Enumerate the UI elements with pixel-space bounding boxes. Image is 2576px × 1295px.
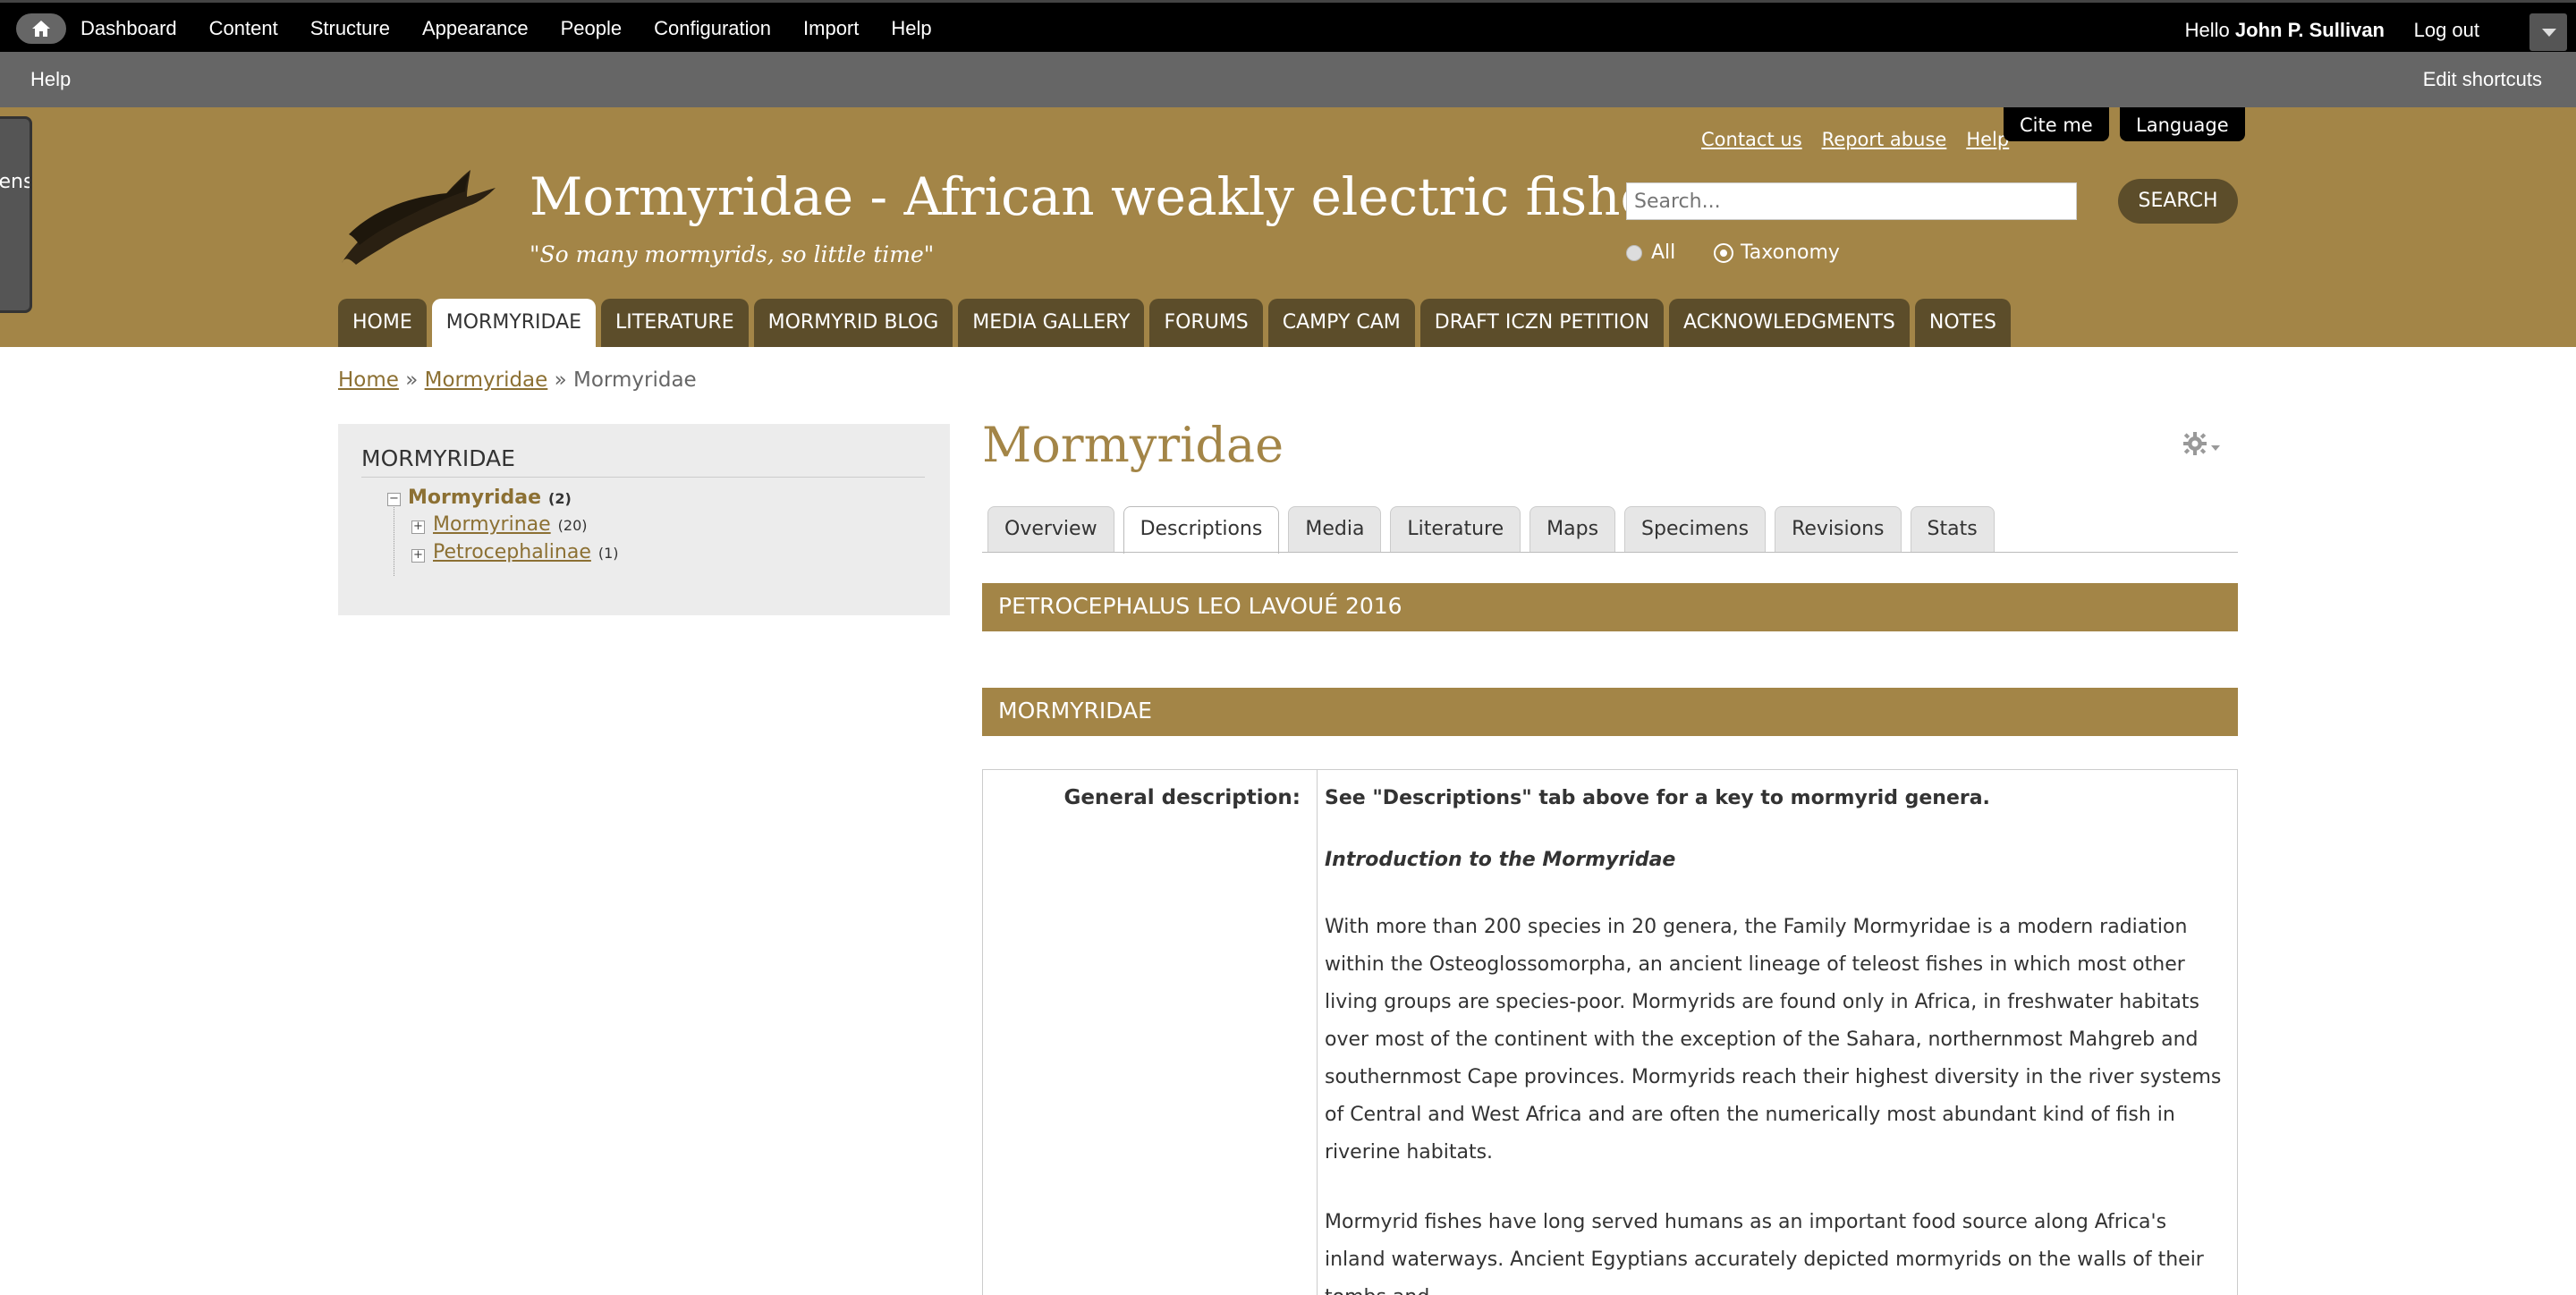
- nav-tab-forums[interactable]: FORUMS: [1149, 299, 1263, 347]
- chevron-down-icon: [2542, 29, 2556, 37]
- sidebar-title: MORMYRIDAE: [361, 445, 925, 478]
- breadcrumb: Home » Mormyridae » Mormyridae: [338, 368, 697, 392]
- radio-taxonomy-label: Taxonomy: [1741, 241, 1840, 264]
- tab-literature[interactable]: Literature: [1390, 506, 1521, 553]
- content-tabs: Overview Descriptions Media Literature M…: [987, 506, 2004, 554]
- home-button[interactable]: [16, 13, 66, 44]
- tab-descriptions[interactable]: Descriptions: [1123, 506, 1280, 554]
- side-tab-label: sens: [0, 171, 32, 193]
- tree-item-mormyrinae: Mormyrinae (20): [433, 513, 588, 536]
- radio-all[interactable]: All: [1626, 241, 1675, 264]
- nav-tab-mormyridae[interactable]: MORMYRIDAE: [431, 299, 597, 347]
- radio-taxonomy-dot[interactable]: [1714, 242, 1733, 263]
- admin-menu-configuration[interactable]: Configuration: [654, 17, 771, 40]
- tree-item-link[interactable]: Mormyrinae: [433, 513, 551, 536]
- cite-me-button[interactable]: Cite me: [2004, 107, 2109, 141]
- admin-menu-people[interactable]: People: [561, 17, 623, 40]
- contact-us-link[interactable]: Contact us: [1701, 129, 1802, 150]
- taxonomy-sidebar: MORMYRIDAE − Mormyridae (2) + Mormyrinae (…: [338, 424, 950, 615]
- tree-item-petrocephalinae: Petrocephalinae (1): [433, 541, 619, 563]
- shortcut-bar: Help Edit shortcuts: [0, 52, 2576, 107]
- tab-overview[interactable]: Overview: [987, 506, 1114, 553]
- description-lead: See "Descriptions" tab above for a key t…: [1325, 787, 1990, 809]
- edit-shortcuts-link[interactable]: Edit shortcuts: [2423, 68, 2542, 91]
- nav-tab-home[interactable]: HOME: [338, 299, 427, 347]
- shortcut-help-link[interactable]: Help: [30, 68, 71, 91]
- tree-item-count: (20): [557, 517, 588, 534]
- section-heading-mormyridae: MORMYRIDAE: [982, 688, 2238, 736]
- shortcuts-toggle-button[interactable]: [2529, 13, 2567, 51]
- general-description-label: General description:: [983, 770, 1318, 1295]
- admin-menu-dashboard[interactable]: Dashboard: [80, 17, 177, 40]
- user-greeting: Hello John P. Sullivan: [2185, 19, 2385, 42]
- gear-icon[interactable]: [2182, 431, 2224, 458]
- breadcrumb-separator: »: [405, 368, 419, 392]
- admin-menu-content[interactable]: Content: [209, 17, 278, 40]
- tabs-divider: [982, 552, 2238, 553]
- section-heading-petrocephalus-leo: PETROCEPHALUS LEO LAVOUÉ 2016: [982, 583, 2238, 631]
- radio-all-dot[interactable]: [1626, 244, 1642, 261]
- tree-item-count: (1): [597, 545, 619, 562]
- greeting-prefix: Hello: [2184, 19, 2230, 41]
- tree-item-mormyridae[interactable]: Mormyridae (2): [408, 487, 572, 509]
- collapse-icon[interactable]: −: [387, 493, 401, 506]
- tab-specimens[interactable]: Specimens: [1624, 506, 1767, 553]
- description-paragraph: Mormyrid fishes have long served humans …: [1325, 1211, 2204, 1295]
- logout-link[interactable]: Log out: [2414, 19, 2479, 42]
- radio-all-label: All: [1651, 241, 1676, 264]
- nav-tab-media-gallery[interactable]: MEDIA GALLERY: [958, 299, 1145, 347]
- top-links: Contact us Report abuse Help: [1701, 129, 2009, 150]
- report-abuse-link[interactable]: Report abuse: [1822, 129, 1947, 150]
- tab-stats[interactable]: Stats: [1910, 506, 1995, 553]
- site-logo[interactable]: [336, 166, 497, 270]
- page-title: Mormyridae: [982, 417, 1284, 473]
- breadcrumb-current: Mormyridae: [573, 368, 697, 392]
- admin-toolbar: Dashboard Content Structure Appearance P…: [0, 0, 2576, 52]
- language-button[interactable]: Language: [2120, 107, 2245, 141]
- intro-heading: Introduction to the Mormyridae: [1325, 848, 1676, 871]
- breadcrumb-separator: »: [554, 368, 567, 392]
- nav-tab-literature[interactable]: LITERATURE: [601, 299, 749, 347]
- tree-item-label[interactable]: Mormyridae: [408, 487, 541, 509]
- nav-tab-campy-cam[interactable]: CAMPY CAM: [1267, 299, 1415, 347]
- user-name-link[interactable]: John P. Sullivan: [2235, 19, 2385, 41]
- side-tab[interactable]: sens: [0, 116, 32, 313]
- general-description-body: See "Descriptions" tab above for a key t…: [1325, 786, 2224, 1295]
- main-navigation: HOME MORMYRIDAE LITERATURE MORMYRID BLOG…: [338, 299, 2016, 347]
- search-input[interactable]: [1626, 182, 2077, 220]
- tree-item-link[interactable]: Petrocephalinae: [433, 541, 591, 563]
- tree-item-count: (2): [548, 490, 572, 507]
- search-button[interactable]: SEARCH: [2118, 179, 2238, 224]
- tab-maps[interactable]: Maps: [1530, 506, 1616, 553]
- breadcrumb-mormyridae[interactable]: Mormyridae: [425, 368, 548, 392]
- breadcrumb-home[interactable]: Home: [338, 368, 399, 392]
- nav-tab-acknowledgments[interactable]: ACKNOWLEDGMENTS: [1669, 299, 1910, 347]
- admin-menu-appearance[interactable]: Appearance: [422, 17, 529, 40]
- nav-tab-mormyrid-blog[interactable]: MORMYRID BLOG: [753, 299, 953, 347]
- nav-tab-draft-iczn-petition[interactable]: DRAFT ICZN PETITION: [1419, 299, 1665, 347]
- description-paragraph: With more than 200 species in 20 genera,…: [1325, 916, 2222, 1164]
- tab-revisions[interactable]: Revisions: [1775, 506, 1902, 553]
- site-slogan: "So many mormyrids, so little time": [530, 241, 935, 267]
- admin-menu-structure[interactable]: Structure: [310, 17, 390, 40]
- expand-icon[interactable]: +: [411, 549, 425, 563]
- radio-taxonomy[interactable]: Taxonomy: [1714, 241, 1840, 264]
- admin-menu-import[interactable]: Import: [803, 17, 859, 40]
- admin-menu-help[interactable]: Help: [891, 17, 931, 40]
- nav-tab-notes[interactable]: NOTES: [1914, 299, 2011, 347]
- site-header: sens Mormyridae - African weakly electri…: [0, 107, 2576, 347]
- admin-menu: Dashboard Content Structure Appearance P…: [80, 3, 964, 55]
- home-icon: [32, 21, 50, 37]
- expand-icon[interactable]: +: [411, 521, 425, 534]
- description-table: General description: See "Descriptions" …: [982, 769, 2238, 1295]
- tab-media[interactable]: Media: [1288, 506, 1382, 553]
- site-name[interactable]: Mormyridae - African weakly electric fis…: [530, 166, 1678, 227]
